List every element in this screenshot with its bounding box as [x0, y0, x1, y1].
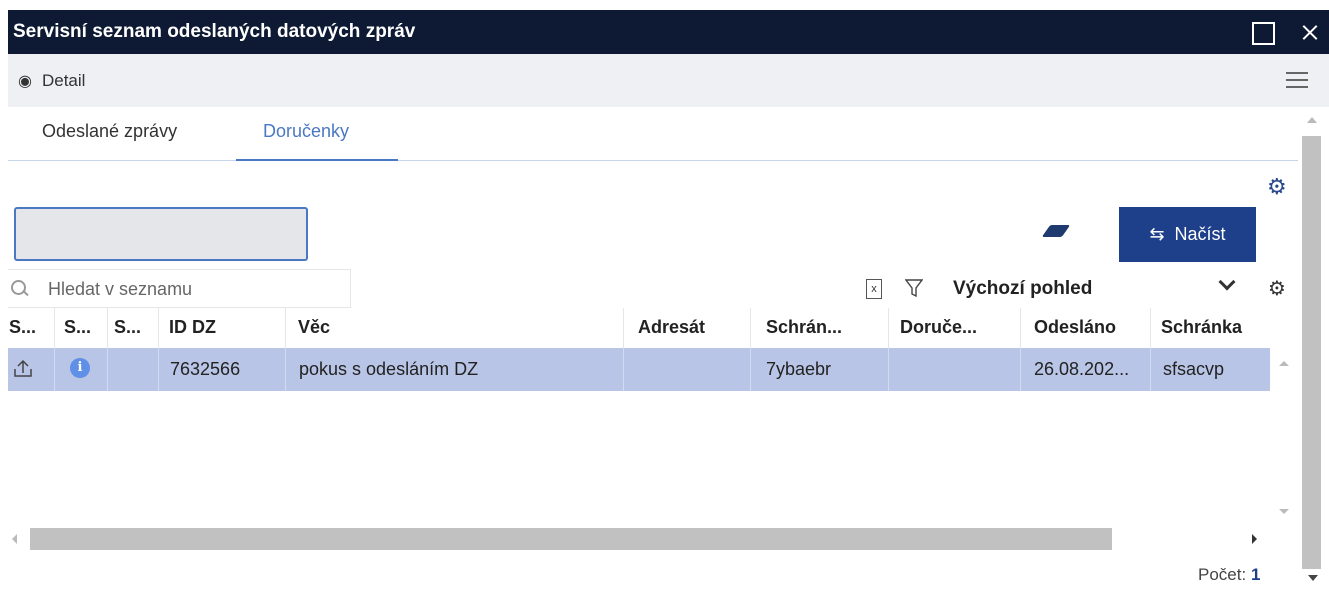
eye-icon: ◉ [18, 73, 32, 90]
grid-header: S... S... S... ID DZ Věc Adresát Schrán.… [8, 308, 1270, 348]
cell-schranka-short: 7ybaebr [766, 359, 832, 379]
column-header[interactable]: Odesláno [1034, 317, 1116, 338]
grid-horizontal-scrollbar[interactable] [8, 528, 1270, 550]
view-select[interactable]: Výchozí pohled [945, 269, 1250, 308]
grid-vertical-scrollbar[interactable] [1270, 348, 1298, 528]
tab-bar: Odeslané zprávy Doručenky [8, 107, 1298, 161]
column-header[interactable]: Adresát [638, 317, 705, 338]
maximize-icon[interactable] [1250, 20, 1275, 45]
column-header[interactable]: S... [64, 317, 91, 338]
scroll-left-icon[interactable] [12, 534, 17, 544]
scrollbar-thumb[interactable] [1302, 136, 1321, 569]
funnel-icon[interactable] [905, 278, 923, 298]
detail-button[interactable]: ◉ Detail [18, 71, 85, 91]
cell-schranka: sfsacvp [1163, 359, 1225, 379]
tab-sent-messages[interactable]: Odeslané zprávy [15, 121, 204, 161]
detail-label: Detail [41, 71, 86, 90]
cell-id-dz: 7632566 [170, 359, 241, 379]
reload-icon: ⇆ [1149, 224, 1165, 244]
count-label: Počet: [1198, 565, 1247, 584]
cell-vec: pokus s odesláním DZ [299, 359, 479, 379]
gear-icon[interactable]: ⚙ [1267, 174, 1289, 199]
tab-receipts[interactable]: Doručenky [236, 121, 398, 161]
view-gear-icon[interactable]: ⚙ [1268, 276, 1286, 301]
search-box [8, 269, 351, 308]
main-content: Odeslané zprávy Doručenky ⚙ ⇆ Načíst x V… [8, 107, 1298, 589]
scroll-up-icon[interactable] [1307, 117, 1317, 123]
search-row: x Výchozí pohled ⚙ [8, 269, 1298, 308]
column-header[interactable]: S... [9, 317, 36, 338]
column-header[interactable]: Doruče... [900, 317, 977, 338]
cell-odeslano: 26.08.202... [1034, 359, 1130, 379]
column-header[interactable]: Věc [298, 317, 330, 338]
eraser-icon[interactable] [1041, 225, 1071, 239]
scroll-down-icon[interactable] [1279, 509, 1289, 514]
column-header[interactable]: ID DZ [169, 317, 216, 338]
scroll-right-icon[interactable] [1252, 534, 1257, 544]
scroll-down-icon[interactable] [1308, 575, 1318, 581]
close-icon[interactable] [1298, 20, 1322, 44]
window-titlebar: Servisní seznam odeslaných datových zprá… [8, 10, 1329, 54]
toolbar: ◉ Detail [8, 54, 1329, 107]
info-icon[interactable]: i [70, 358, 90, 378]
view-select-value: Výchozí pohled [953, 278, 1093, 299]
record-count: Počet: 1 [1198, 565, 1260, 585]
filter-field[interactable] [14, 207, 308, 261]
column-header[interactable]: S... [114, 317, 141, 338]
page-vertical-scrollbar[interactable] [1298, 107, 1329, 589]
excel-export-icon[interactable]: x [866, 279, 882, 299]
chevron-down-icon [1218, 273, 1236, 291]
hamburger-icon[interactable] [1286, 71, 1308, 89]
search-input[interactable] [48, 275, 344, 303]
scroll-up-icon[interactable] [1279, 361, 1289, 366]
scrollbar-thumb[interactable] [30, 528, 1112, 550]
column-header[interactable]: Schrán... [766, 317, 842, 338]
count-value: 1 [1250, 565, 1261, 584]
table-row[interactable]: i 7632566 pokus s odesláním DZ 7ybaebr 2… [8, 348, 1270, 391]
search-icon [11, 280, 29, 298]
column-header[interactable]: Schránka [1161, 317, 1242, 338]
load-button[interactable]: ⇆ Načíst [1119, 207, 1256, 262]
load-label: Načíst [1174, 224, 1226, 244]
window-title: Servisní seznam odeslaných datových zprá… [13, 21, 416, 42]
upload-icon [14, 359, 32, 377]
